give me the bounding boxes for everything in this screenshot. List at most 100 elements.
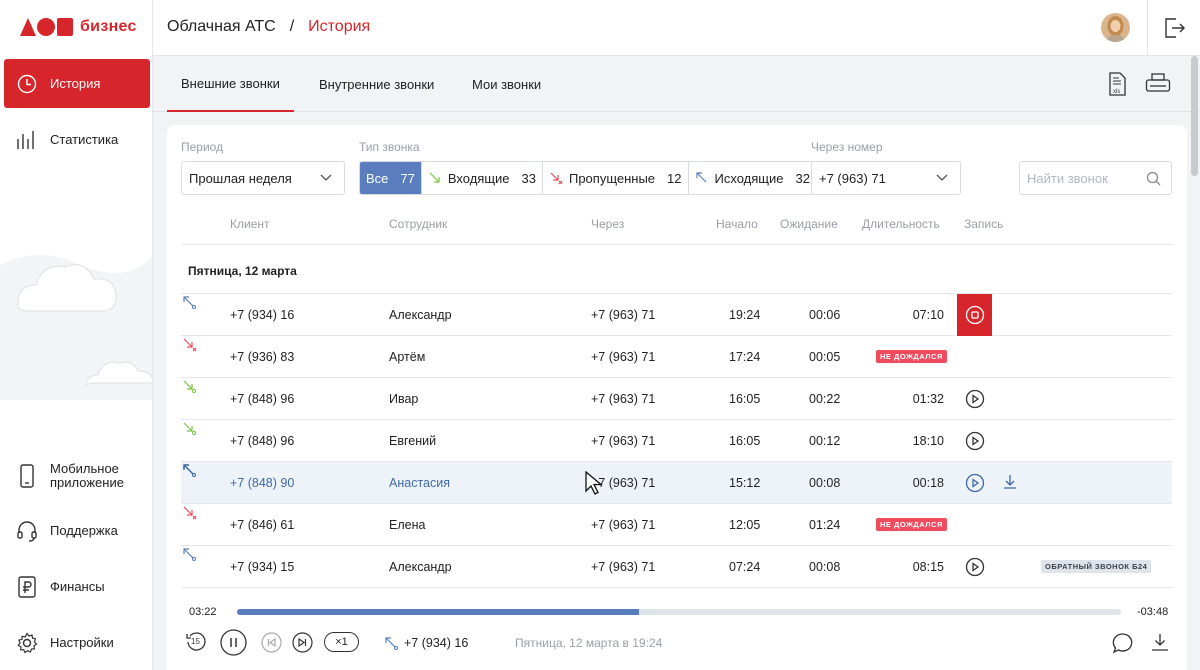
via-number-label: Через номер <box>811 140 883 154</box>
via-number: +7 (963) 71 <box>591 308 656 322</box>
play-icon[interactable] <box>965 557 985 577</box>
employee-name: Ивар <box>389 392 419 406</box>
filter-incoming-button[interactable]: Входящие 33 <box>421 162 543 194</box>
svg-text:xls: xls <box>1113 89 1120 95</box>
client-number[interactable]: +7 (934) 16 <box>230 308 294 322</box>
via-number-value: +7 (963) 71 <box>819 170 886 186</box>
search-input[interactable] <box>1027 170 1137 186</box>
employee-name: Елена <box>389 518 426 532</box>
missed-call-icon <box>183 338 197 352</box>
table-row[interactable]: +7 (848) 90 Анастасия +7 (963) 71 15:12 … <box>181 462 1172 504</box>
logout-icon <box>1165 18 1185 38</box>
start-time: 17:24 <box>729 350 761 364</box>
stop-icon <box>965 305 984 325</box>
comment-button[interactable] <box>1112 632 1134 654</box>
table-row[interactable]: +7 (936) 83 Артём +7 (963) 71 17:24 00:0… <box>181 336 1172 378</box>
tabs-bar: Внешние звонки Внутренние звонки Мои зво… <box>153 56 1200 112</box>
download-button[interactable] <box>1150 632 1170 652</box>
employee-name: Александр <box>389 560 452 574</box>
table-row[interactable]: +7 (934) 16 Александр +7 (963) 71 19:24 … <box>181 294 1172 336</box>
breadcrumb-section[interactable]: Облачная АТС <box>167 18 276 36</box>
logout-button[interactable] <box>1147 0 1200 56</box>
xls-export-icon: xls <box>1109 72 1126 96</box>
filter-missed-button[interactable]: Пропущенные 12 <box>542 162 689 194</box>
sidebar-item-history[interactable]: История <box>4 59 150 108</box>
call-type-label: Тип звонка <box>359 140 420 154</box>
search-icon[interactable] <box>1146 171 1161 186</box>
missed-badge: НЕ ДОЖДАЛСЯ <box>876 350 947 363</box>
skip-back-icon <box>261 632 282 653</box>
tab-external-calls[interactable]: Внешние звонки <box>167 56 294 112</box>
mouse-cursor-icon <box>585 471 603 495</box>
client-number[interactable]: +7 (934) 15 <box>230 560 294 574</box>
sidebar-item-settings[interactable]: Настройки <box>4 618 150 667</box>
previous-button[interactable] <box>261 632 282 653</box>
col-duration[interactable]: Длительность <box>862 217 940 231</box>
pause-button[interactable] <box>220 629 247 656</box>
col-start[interactable]: Начало <box>716 217 758 231</box>
progress-fill <box>237 609 640 615</box>
call-type-filter: Все 77 Входящие 33 Пропущенные 12 Исходя… <box>359 161 817 195</box>
client-number[interactable]: +7 (848) 90 <box>230 476 294 490</box>
bars-chart-icon <box>4 130 50 150</box>
rewind-15-button[interactable]: 15 <box>185 631 207 653</box>
playback-speed-button[interactable]: ×1 <box>324 632 359 652</box>
avatar[interactable] <box>1101 13 1130 42</box>
sidebar-item-support[interactable]: Поддержка <box>4 506 150 555</box>
client-number[interactable]: +7 (848) 96 <box>230 392 294 406</box>
tab-my-calls[interactable]: Мои звонки <box>458 56 555 112</box>
client-number[interactable]: +7 (936) 83 <box>230 350 294 364</box>
sidebar-item-label: Статистика <box>50 131 119 147</box>
play-icon[interactable] <box>965 389 985 409</box>
table-row[interactable]: +7 (848) 96 Ивар +7 (963) 71 16:05 00:22… <box>181 378 1172 420</box>
col-via[interactable]: Через <box>591 217 624 231</box>
mts-logo[interactable]: бизнес <box>20 17 137 37</box>
wait-time: 00:06 <box>809 308 841 322</box>
next-button[interactable] <box>292 632 313 653</box>
sidebar-item-statistics[interactable]: Статистика <box>4 115 150 164</box>
employee-name[interactable]: Анастасия <box>389 476 450 490</box>
tab-internal-calls[interactable]: Внутренние звонки <box>305 56 448 112</box>
start-time: 16:05 <box>729 392 761 406</box>
wait-time: 00:22 <box>809 392 841 406</box>
skip-forward-icon <box>292 632 313 653</box>
play-icon[interactable] <box>965 473 985 493</box>
filter-all-button[interactable]: Все 77 <box>360 162 422 194</box>
scrollbar[interactable] <box>1191 56 1198 176</box>
via-number: +7 (963) 71 <box>591 392 656 406</box>
download-icon[interactable] <box>1001 473 1019 491</box>
outgoing-call-icon <box>183 464 196 477</box>
table-row[interactable]: +7 (846) 61 Елена +7 (963) 71 12:05 01:2… <box>181 504 1172 546</box>
incoming-call-icon <box>429 172 440 183</box>
cloud-decoration <box>0 255 152 400</box>
xls-export-button[interactable]: xls <box>1106 72 1130 96</box>
duration: 18:10 <box>912 434 944 448</box>
filter-outgoing-button[interactable]: Исходящие 32 <box>688 162 816 194</box>
sidebar-item-mobile-app[interactable]: Мобильное приложение <box>4 451 150 500</box>
via-number-select[interactable]: +7 (963) 71 <box>811 161 961 195</box>
chat-icon <box>1112 633 1133 654</box>
duration: 07:10 <box>912 308 944 322</box>
filter-label: Пропущенные <box>568 170 656 186</box>
client-number[interactable]: +7 (848) 96 <box>230 434 294 448</box>
period-select[interactable]: Прошлая неделя <box>181 161 345 195</box>
print-button[interactable] <box>1145 72 1171 96</box>
start-time: 07:24 <box>729 560 761 574</box>
play-icon[interactable] <box>965 431 985 451</box>
col-client[interactable]: Клиент <box>230 217 270 231</box>
filter-label: Исходящие <box>714 170 784 186</box>
missed-call-icon <box>183 506 197 520</box>
stop-recording-button[interactable] <box>957 294 992 336</box>
elapsed-time: 03:22 <box>189 606 217 618</box>
start-time: 12:05 <box>729 518 761 532</box>
client-number[interactable]: +7 (846) 61 <box>230 518 294 532</box>
table-row[interactable]: +7 (934) 15 Александр +7 (963) 71 07:24 … <box>181 546 1172 588</box>
progress-track[interactable] <box>237 609 1121 615</box>
table-row[interactable]: +7 (848) 96 Евгений +7 (963) 71 16:05 00… <box>181 420 1172 462</box>
sidebar-item-finance[interactable]: Финансы <box>4 562 150 611</box>
ruble-icon <box>4 575 50 598</box>
tab-label: Внешние звонки <box>181 75 280 91</box>
col-employee[interactable]: Сотрудник <box>389 217 447 231</box>
col-wait[interactable]: Ожидание <box>780 217 838 231</box>
filter-count: 12 <box>667 170 682 186</box>
